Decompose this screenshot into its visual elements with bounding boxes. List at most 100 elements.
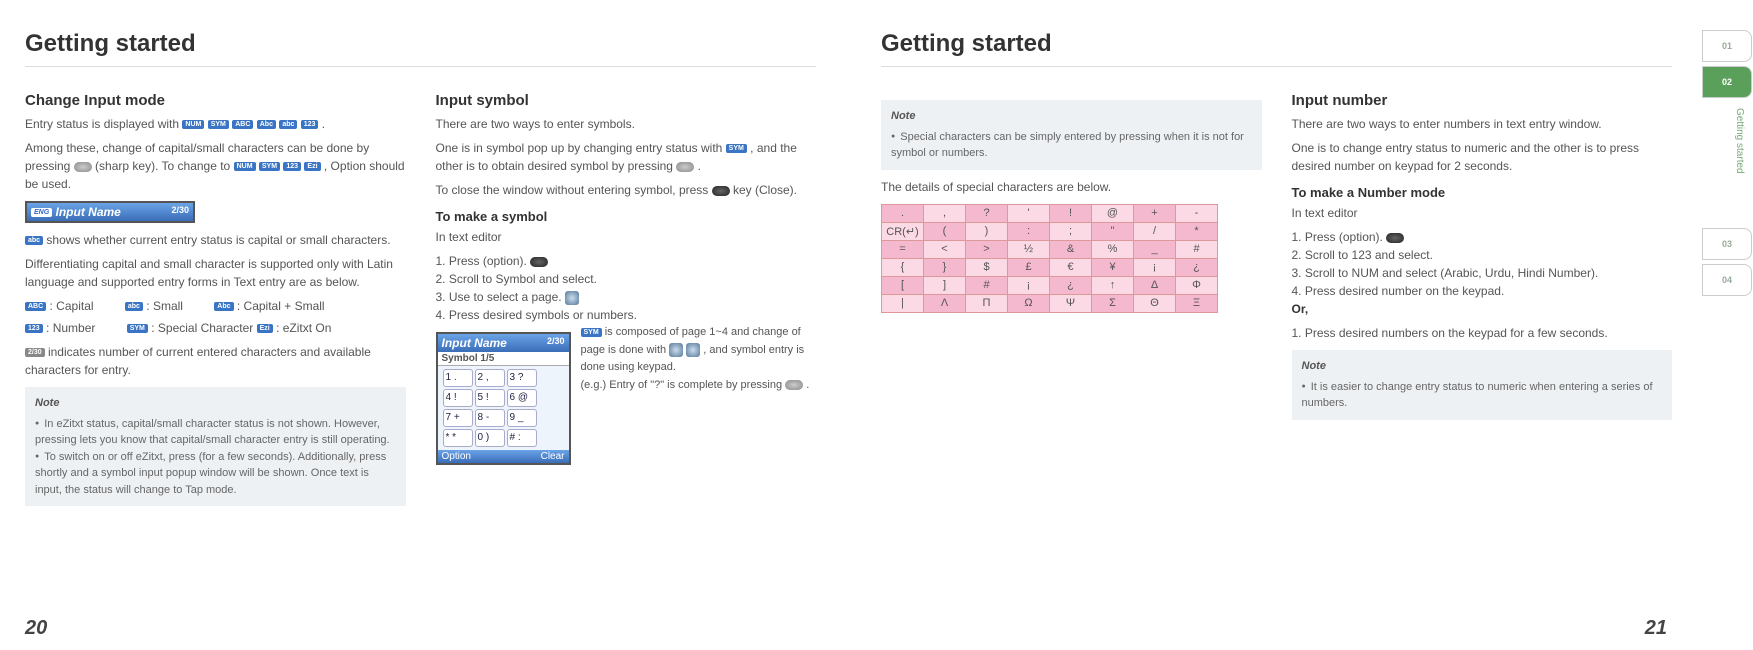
key-icon xyxy=(676,162,694,172)
t: Entry status is displayed with xyxy=(25,117,182,131)
char-cell: / xyxy=(1134,222,1176,240)
note-box: Note In eZitxt status, capital/small cha… xyxy=(25,387,406,506)
step: 2. Scroll to 123 and select. xyxy=(1292,246,1673,264)
badge-abc3-icon: abc xyxy=(279,120,297,129)
note-box: Note Special characters can be simply en… xyxy=(881,100,1262,170)
tab-04[interactable]: 04 xyxy=(1702,264,1752,296)
lcd-counter: 2/30 xyxy=(171,205,189,215)
t: : eZitxt On xyxy=(273,321,332,335)
char-cell: { xyxy=(882,258,924,276)
page-title-left: Getting started xyxy=(25,30,816,67)
lcd-foot-left: Option xyxy=(442,451,471,462)
lcd-foot-right: Clear xyxy=(541,451,565,462)
badge-icon: 123 xyxy=(283,162,301,171)
step: 4. Press desired number on the keypad. xyxy=(1292,282,1673,300)
lcd-cell: # : xyxy=(507,429,537,447)
char-cell: Φ xyxy=(1176,276,1218,294)
sharp-key-icon xyxy=(74,162,92,172)
nav-right-icon xyxy=(686,343,700,357)
badge-icon: ABC xyxy=(25,302,46,311)
tab-02[interactable]: 02 xyxy=(1702,66,1752,98)
lcd-counter: 2/30 xyxy=(547,336,565,346)
t: 1. Press (option). xyxy=(436,254,527,268)
char-cell: Θ xyxy=(1134,294,1176,312)
t: (sharp key). To change to xyxy=(95,159,234,173)
char-cell: ' xyxy=(1008,204,1050,222)
char-cell: # xyxy=(966,276,1008,294)
badge-icon: SYM xyxy=(127,324,148,333)
legend-row-1: ABC : Capital abc : Small Abc : Capital … xyxy=(25,299,406,313)
t: : Capital xyxy=(46,299,93,313)
text: Entry status is displayed with NUM SYM A… xyxy=(25,115,406,133)
char-cell: & xyxy=(1050,240,1092,258)
char-cell: ? xyxy=(966,204,1008,222)
t: 3. Use to select a page. xyxy=(436,290,562,304)
close-key-icon xyxy=(712,186,730,196)
nav-left-icon xyxy=(669,343,683,357)
t: . xyxy=(322,117,325,131)
h3-number-mode: To make a Number mode xyxy=(1292,185,1673,200)
step: 1. Press (option). xyxy=(1292,228,1673,246)
note-label: Note xyxy=(35,395,396,412)
badge-num-icon: NUM xyxy=(182,120,204,129)
char-cell: = xyxy=(882,240,924,258)
legend-row-2: 123 : Number SYM : Special Character Ezi… xyxy=(25,321,406,335)
steps-list: 1. Press (option). 2. Scroll to 123 and … xyxy=(1292,228,1673,300)
t: indicates number of current entered char… xyxy=(25,345,371,377)
char-cell: ¥ xyxy=(1092,258,1134,276)
badge-abc-icon: ABC xyxy=(232,120,253,129)
badge-icon: SYM xyxy=(259,162,280,171)
char-cell: ¡ xyxy=(1134,258,1176,276)
lcd-eng-icon: ENG xyxy=(31,208,52,217)
t: To close the window without entering sym… xyxy=(436,183,712,197)
char-cell: < xyxy=(924,240,966,258)
t: One is in symbol pop up by changing entr… xyxy=(436,141,726,155)
char-cell: > xyxy=(966,240,1008,258)
section-special-chars: Note Special characters can be simply en… xyxy=(881,92,1262,428)
page-title-right: Getting started xyxy=(881,30,1672,67)
char-cell: ; xyxy=(1050,222,1092,240)
badge-sym-icon: SYM xyxy=(208,120,229,129)
badge-abc-icon: abc xyxy=(25,236,43,245)
lcd-sample-2: Input Name 2/30 Symbol 1/5 1 .2 ,3 ? 4 !… xyxy=(436,332,571,465)
t: : Small xyxy=(143,299,183,313)
note-label: Note xyxy=(891,108,1252,125)
char-cell: ↑ xyxy=(1092,276,1134,294)
lcd-cell: 2 , xyxy=(475,369,505,387)
section-change-input-mode: Change Input mode Entry status is displa… xyxy=(25,92,406,514)
tab-01[interactable]: 01 xyxy=(1702,30,1752,62)
step: 1. Press (option). xyxy=(436,252,817,270)
text: There are two ways to enter symbols. xyxy=(436,115,817,133)
char-cell: _ xyxy=(1134,240,1176,258)
char-cell: Λ xyxy=(924,294,966,312)
badge-sym-icon: SYM xyxy=(581,328,602,337)
t: : Capital + Small xyxy=(234,299,325,313)
t: Input Name xyxy=(442,336,507,350)
lcd-cell: 5 ! xyxy=(475,389,505,407)
badge-sym-icon: SYM xyxy=(726,144,747,153)
note-item: It is easier to change entry status to n… xyxy=(1302,379,1663,412)
char-cell: € xyxy=(1050,258,1092,276)
nav-key-icon xyxy=(565,291,579,305)
text: abc shows whether current entry status i… xyxy=(25,231,406,249)
steps-list-alt: 1. Press desired numbers on the keypad f… xyxy=(1292,324,1673,342)
char-cell: * xyxy=(1176,222,1218,240)
char-cell: ¡ xyxy=(1008,276,1050,294)
text: 2/30 indicates number of current entered… xyxy=(25,343,406,379)
text: Among these, change of capital/small cha… xyxy=(25,139,406,193)
char-cell: Δ xyxy=(1134,276,1176,294)
h2-input-symbol: Input symbol xyxy=(436,92,817,109)
text: One is to change entry status to numeric… xyxy=(1292,139,1673,175)
t: (e.g.) Entry of "?" is complete by press… xyxy=(581,379,786,391)
t: : Number xyxy=(43,321,96,335)
char-cell: ½ xyxy=(1008,240,1050,258)
lcd-cell: 9 _ xyxy=(507,409,537,427)
char-cell: ¿ xyxy=(1176,258,1218,276)
tab-03[interactable]: 03 xyxy=(1702,228,1752,260)
char-cell: ! xyxy=(1050,204,1092,222)
char-cell: - xyxy=(1176,204,1218,222)
text: One is in symbol pop up by changing entr… xyxy=(436,139,817,175)
text: To close the window without entering sym… xyxy=(436,181,817,199)
badge-icon: abc xyxy=(125,302,143,311)
note-item: In eZitxt status, capital/small characte… xyxy=(35,416,396,449)
